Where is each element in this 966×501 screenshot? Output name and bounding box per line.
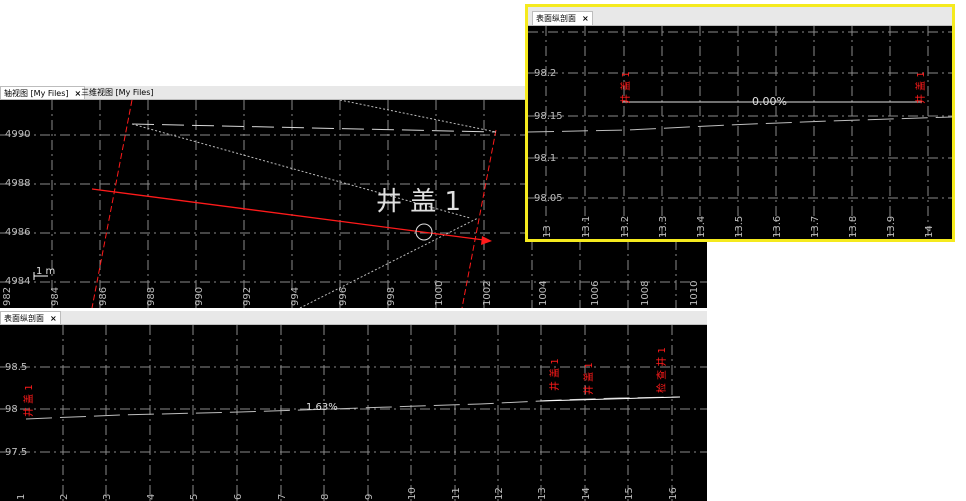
y-tick-label: 98.05 bbox=[534, 193, 563, 204]
x-tick-label: 1 bbox=[16, 494, 27, 500]
profile-inset-tabbar: 表面纵剖面 × bbox=[528, 7, 952, 26]
x-tick-label: 13 bbox=[542, 225, 553, 238]
profile-main-x-axis: 1 2 3 4 5 6 7 8 9 10 11 12 13 14 15 16 bbox=[16, 487, 679, 500]
x-tick-label: 14 bbox=[924, 225, 935, 238]
x-tick-label: 13.1 bbox=[581, 216, 592, 238]
x-tick-label: 990 bbox=[194, 287, 205, 306]
y-tick-label: 98.1 bbox=[534, 153, 556, 164]
x-tick-label: 13.3 bbox=[658, 216, 669, 238]
well-marker-label: 井 盖 1 bbox=[619, 71, 632, 104]
x-tick-label: 13.8 bbox=[848, 216, 859, 238]
tab-surface-profile[interactable]: 表面纵剖面 × bbox=[0, 311, 61, 324]
profile-segment-line bbox=[539, 396, 681, 402]
profile-main-grid bbox=[0, 325, 707, 501]
x-tick-label: 8 bbox=[320, 494, 331, 500]
x-tick-label: 13.7 bbox=[810, 216, 821, 238]
profile-main-svg: 98.5 98 97.5 1 2 3 4 5 6 7 8 9 10 11 12 … bbox=[0, 325, 707, 501]
y-tick-label: 98 bbox=[5, 404, 18, 415]
well-marker-label: 井 盖 1 bbox=[22, 384, 35, 417]
x-tick-label: 1008 bbox=[640, 281, 651, 306]
profile-inset-window: 表面纵剖面 × 98.2 98.15 98.1 98.05 13 13.1 13… bbox=[525, 4, 955, 242]
profile-inset-y-axis: 98.2 98.15 98.1 98.05 bbox=[534, 68, 563, 204]
y-tick-label: 98.15 bbox=[534, 111, 563, 122]
profile-inset-x-axis: 13 13.1 13.2 13.3 13.4 13.5 13.6 13.7 13… bbox=[542, 216, 935, 238]
x-tick-label: 13.2 bbox=[620, 216, 631, 238]
x-tick-label: 13.5 bbox=[734, 216, 745, 238]
tab-surface-profile-inset-label: 表面纵剖面 bbox=[536, 14, 576, 23]
x-tick-label: 994 bbox=[290, 287, 301, 306]
x-tick-label: 10 bbox=[407, 487, 418, 500]
x-tick-label: 1010 bbox=[689, 281, 700, 306]
tab-surface-profile-label: 表面纵剖面 bbox=[4, 313, 44, 323]
x-tick-label: 998 bbox=[386, 287, 397, 306]
x-tick-label: 16 bbox=[668, 487, 679, 500]
x-tick-label: 988 bbox=[146, 287, 157, 306]
x-tick-label: 3 bbox=[102, 494, 113, 500]
tab-plan-view[interactable]: 轴视图 [My Files] × bbox=[0, 86, 86, 99]
x-tick-label: 13 bbox=[537, 487, 548, 500]
y-tick-label: 98.5 bbox=[5, 362, 27, 373]
profile-inset-svg: 98.2 98.15 98.1 98.05 13 13.1 13.2 13.3 … bbox=[528, 26, 952, 239]
profile-main-canvas[interactable]: 98.5 98 97.5 1 2 3 4 5 6 7 8 9 10 11 12 … bbox=[0, 325, 707, 501]
y-tick-label: 4988 bbox=[5, 178, 30, 189]
x-tick-label: 996 bbox=[338, 287, 349, 306]
x-tick-label: 14 bbox=[581, 487, 592, 500]
x-tick-label: 11 bbox=[451, 487, 462, 500]
x-tick-label: 13.9 bbox=[886, 216, 897, 238]
tab-3d-view[interactable]: 三维视图 [My Files] bbox=[78, 86, 157, 99]
x-tick-label: 1000 bbox=[434, 281, 445, 306]
x-tick-label: 2 bbox=[59, 494, 70, 500]
slope-label: 0.00% bbox=[752, 95, 787, 108]
x-tick-label: 992 bbox=[242, 287, 253, 306]
y-tick-label: 4990 bbox=[5, 129, 30, 140]
well-cover-label: 井 盖 1 bbox=[376, 187, 461, 217]
well-marker-label: 井 盖 1 bbox=[548, 358, 561, 391]
slope-label: 1.63% bbox=[306, 402, 338, 413]
well-marker-label: 井 盖 1 bbox=[582, 362, 595, 395]
x-tick-label: 13.6 bbox=[772, 216, 783, 238]
profile-main-markers: 井 盖 1 井 盖 1 井 盖 1 检 查 井 1 bbox=[22, 347, 668, 417]
profile-main-tabbar: 表面纵剖面 × bbox=[0, 311, 707, 325]
tab-plan-view-label: 轴视图 [My Files] bbox=[4, 88, 69, 98]
close-icon[interactable]: × bbox=[50, 314, 57, 323]
plan-y-axis: 4990 4988 4986 4984 bbox=[5, 129, 30, 287]
x-tick-label: 986 bbox=[98, 287, 109, 306]
x-tick-label: 12 bbox=[494, 487, 505, 500]
x-tick-label: 1006 bbox=[590, 281, 601, 306]
x-tick-label: 7 bbox=[277, 494, 288, 500]
scale-label: 1 m bbox=[36, 266, 55, 277]
tab-surface-profile-inset[interactable]: 表面纵剖面 × bbox=[532, 11, 593, 25]
plan-view-tabbar: 轴视图 [My Files] × 三维视图 [My Files] bbox=[0, 86, 530, 100]
tab-3d-view-label: 三维视图 [My Files] bbox=[81, 88, 154, 97]
y-tick-label: 97.5 bbox=[5, 447, 27, 458]
surface-profile-line bbox=[528, 116, 952, 133]
x-tick-label: 4 bbox=[146, 494, 157, 500]
y-tick-label: 4984 bbox=[5, 276, 30, 287]
well-marker-label: 井 盖 1 bbox=[914, 71, 927, 104]
x-tick-label: 984 bbox=[50, 287, 61, 306]
x-tick-label: 982 bbox=[2, 287, 13, 306]
x-tick-label: 1004 bbox=[538, 281, 549, 306]
y-tick-label: 98.2 bbox=[534, 68, 556, 79]
x-tick-label: 5 bbox=[189, 494, 200, 500]
profile-inset-canvas[interactable]: 98.2 98.15 98.1 98.05 13 13.1 13.2 13.3 … bbox=[528, 26, 952, 239]
plan-x-axis: 982 984 986 988 990 992 994 996 998 1000… bbox=[2, 281, 700, 306]
x-tick-label: 15 bbox=[624, 487, 635, 500]
x-tick-label: 13.4 bbox=[696, 216, 707, 238]
well-marker-label: 检 查 井 1 bbox=[655, 347, 668, 393]
x-tick-label: 1002 bbox=[482, 281, 493, 306]
profile-inset-grid bbox=[528, 26, 952, 239]
x-tick-label: 6 bbox=[233, 494, 244, 500]
x-tick-label: 9 bbox=[364, 494, 375, 500]
y-tick-label: 4986 bbox=[5, 227, 30, 238]
close-icon[interactable]: × bbox=[582, 14, 589, 23]
